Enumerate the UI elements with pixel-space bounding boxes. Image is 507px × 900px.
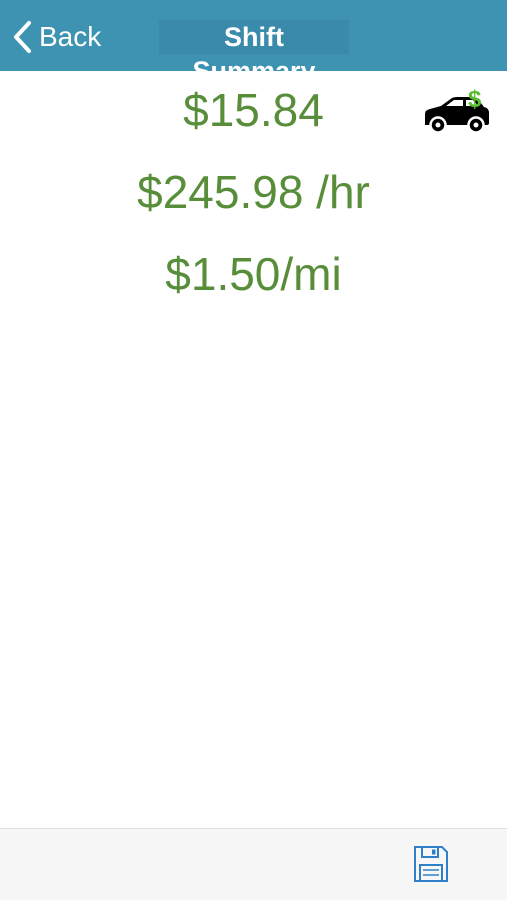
per-mile-rate: $1.50/mi: [165, 248, 342, 300]
car-dollar-icon: $: [421, 85, 491, 135]
floppy-disk-icon: [413, 846, 449, 887]
chevron-left-icon: [12, 20, 32, 54]
hourly-rate: $245.98 /hr: [137, 166, 370, 218]
save-button[interactable]: [413, 845, 449, 883]
back-button[interactable]: Back: [12, 18, 101, 56]
svg-text:$: $: [468, 86, 482, 113]
navigation-bar: Back Shift Summary: [0, 0, 507, 86]
bottom-toolbar: [0, 828, 507, 900]
page-title: Shift Summary: [159, 20, 349, 86]
shift-summary-screen: Back Shift Summary $15.84 $ $245.98 /hr …: [0, 0, 507, 900]
back-label: Back: [39, 21, 102, 52]
